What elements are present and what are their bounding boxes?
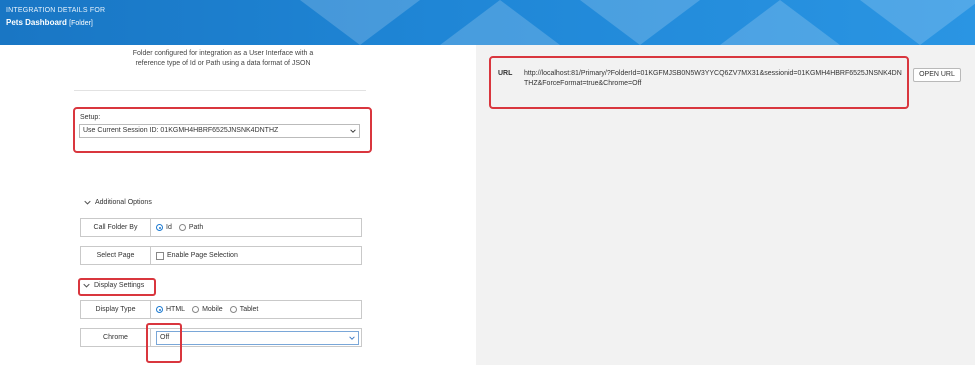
select-page-label: Select Page xyxy=(81,247,151,264)
chrome-highlight xyxy=(146,323,182,363)
additional-options-label: Additional Options xyxy=(95,199,152,206)
page-title-text: Pets Dashboard xyxy=(6,18,67,27)
chrome-label: Chrome xyxy=(81,329,151,346)
display-type-row: Display Type HTML Mobile Tablet xyxy=(80,300,362,319)
radio-id-label: Id xyxy=(166,224,172,231)
header-subtitle: INTEGRATION DETAILS FOR xyxy=(6,7,106,14)
open-url-button[interactable]: OPEN URL xyxy=(913,68,961,82)
url-value: http://localhost:81/Primary/?FolderId=01… xyxy=(524,70,902,87)
chevron-down-icon xyxy=(349,336,355,340)
divider xyxy=(74,90,366,91)
radio-id[interactable] xyxy=(156,224,163,231)
call-folder-by-row: Call Folder By Id Path xyxy=(80,218,362,237)
radio-html-label: HTML xyxy=(166,306,186,313)
setup-select-value: Use Current Session ID: 01KGMH4HBRF6525J… xyxy=(83,127,279,134)
description-line-1: Folder configured for integration as a U… xyxy=(132,50,314,57)
select-page-row: Select Page Enable Page Selection xyxy=(80,246,362,265)
integration-description: Folder configured for integration as a U… xyxy=(98,49,348,69)
page-title-suffix: [Folder] xyxy=(69,20,93,27)
url-label: URL xyxy=(498,70,513,77)
radio-path-label: Path xyxy=(188,224,204,231)
radio-tablet-label: Tablet xyxy=(239,306,259,313)
radio-mobile[interactable] xyxy=(192,306,200,313)
radio-html[interactable] xyxy=(156,306,163,313)
page-header: INTEGRATION DETAILS FOR Pets Dashboard [… xyxy=(0,0,975,45)
display-settings-label: Display Settings xyxy=(94,282,145,289)
enable-page-selection-label: Enable Page Selection xyxy=(167,252,238,259)
chevron-down-icon xyxy=(350,129,356,133)
select-page-options: Enable Page Selection xyxy=(151,247,361,264)
enable-page-selection-checkbox[interactable] xyxy=(156,251,164,260)
radio-mobile-label: Mobile xyxy=(202,306,223,313)
chrome-select[interactable]: Off xyxy=(156,331,359,345)
display-settings-toggle[interactable]: Display Settings xyxy=(83,282,144,289)
call-folder-by-label: Call Folder By xyxy=(81,219,151,236)
radio-path[interactable] xyxy=(178,224,186,231)
page-title: Pets Dashboard [Folder] xyxy=(6,18,93,27)
display-type-label: Display Type xyxy=(81,301,151,318)
call-folder-by-options: Id Path xyxy=(151,219,361,236)
display-type-options: HTML Mobile Tablet xyxy=(151,301,361,318)
radio-tablet[interactable] xyxy=(229,306,237,313)
chevron-down-icon xyxy=(83,283,90,288)
setup-label: Setup: xyxy=(80,114,101,121)
description-line-2: reference type of Id or Path using a dat… xyxy=(135,60,311,67)
setup-select[interactable]: Use Current Session ID: 01KGMH4HBRF6525J… xyxy=(79,124,360,138)
chevron-down-icon xyxy=(84,200,91,205)
header-decoration xyxy=(300,0,975,45)
additional-options-toggle[interactable]: Additional Options xyxy=(84,199,152,206)
